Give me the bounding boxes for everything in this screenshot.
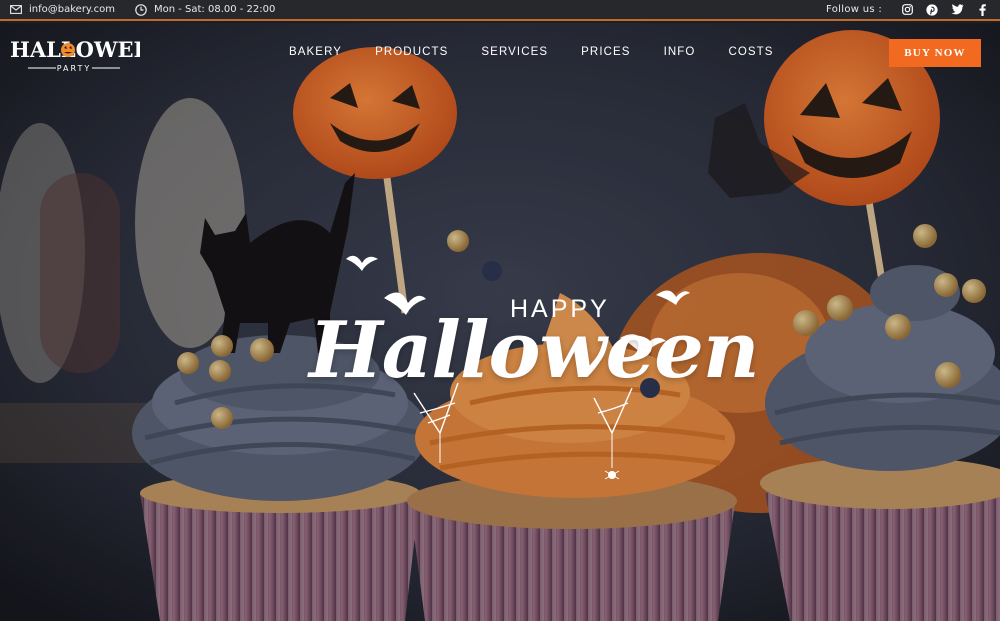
nav-item-services[interactable]: SERVICES	[481, 46, 548, 58]
nav-item-info[interactable]: INFO	[664, 46, 696, 58]
email-text: info@bakery.com	[29, 4, 115, 15]
nav-item-costs[interactable]: COSTS	[728, 46, 773, 58]
nav-item-products[interactable]: PRODUCTS	[375, 46, 448, 58]
pinterest-icon[interactable]	[924, 2, 940, 18]
nav-item-bakery[interactable]: BAKERY	[289, 46, 342, 58]
halloween-party-logo[interactable]: HALLOWEEN PARTY	[8, 32, 169, 76]
facebook-icon[interactable]	[974, 2, 990, 18]
main-navigation: BAKERY PRODUCTS SERVICES PRICES INFO COS…	[289, 46, 807, 58]
follow-label: Follow us :	[826, 4, 882, 15]
logo-subtitle: PARTY	[57, 64, 92, 73]
social-links: Follow us :	[826, 2, 990, 18]
clock-icon	[135, 3, 147, 16]
email-contact[interactable]: info@bakery.com	[10, 4, 115, 15]
logo-title: HALLOWEEN	[10, 37, 140, 62]
instagram-icon[interactable]	[899, 2, 915, 18]
hours-text: Mon - Sat: 08.00 - 22:00	[153, 4, 276, 15]
hero-title: Halloween	[309, 305, 760, 396]
nav-item-prices[interactable]: PRICES	[581, 46, 630, 58]
twitter-icon[interactable]	[949, 2, 965, 18]
top-info-bar: info@bakery.com Mon - Sat: 08.00 - 22:00…	[0, 0, 1000, 21]
envelope-icon	[10, 5, 22, 14]
buy-now-button[interactable]: BUY NOW	[889, 39, 981, 67]
opening-hours: Mon - Sat: 08.00 - 22:00	[135, 3, 276, 16]
